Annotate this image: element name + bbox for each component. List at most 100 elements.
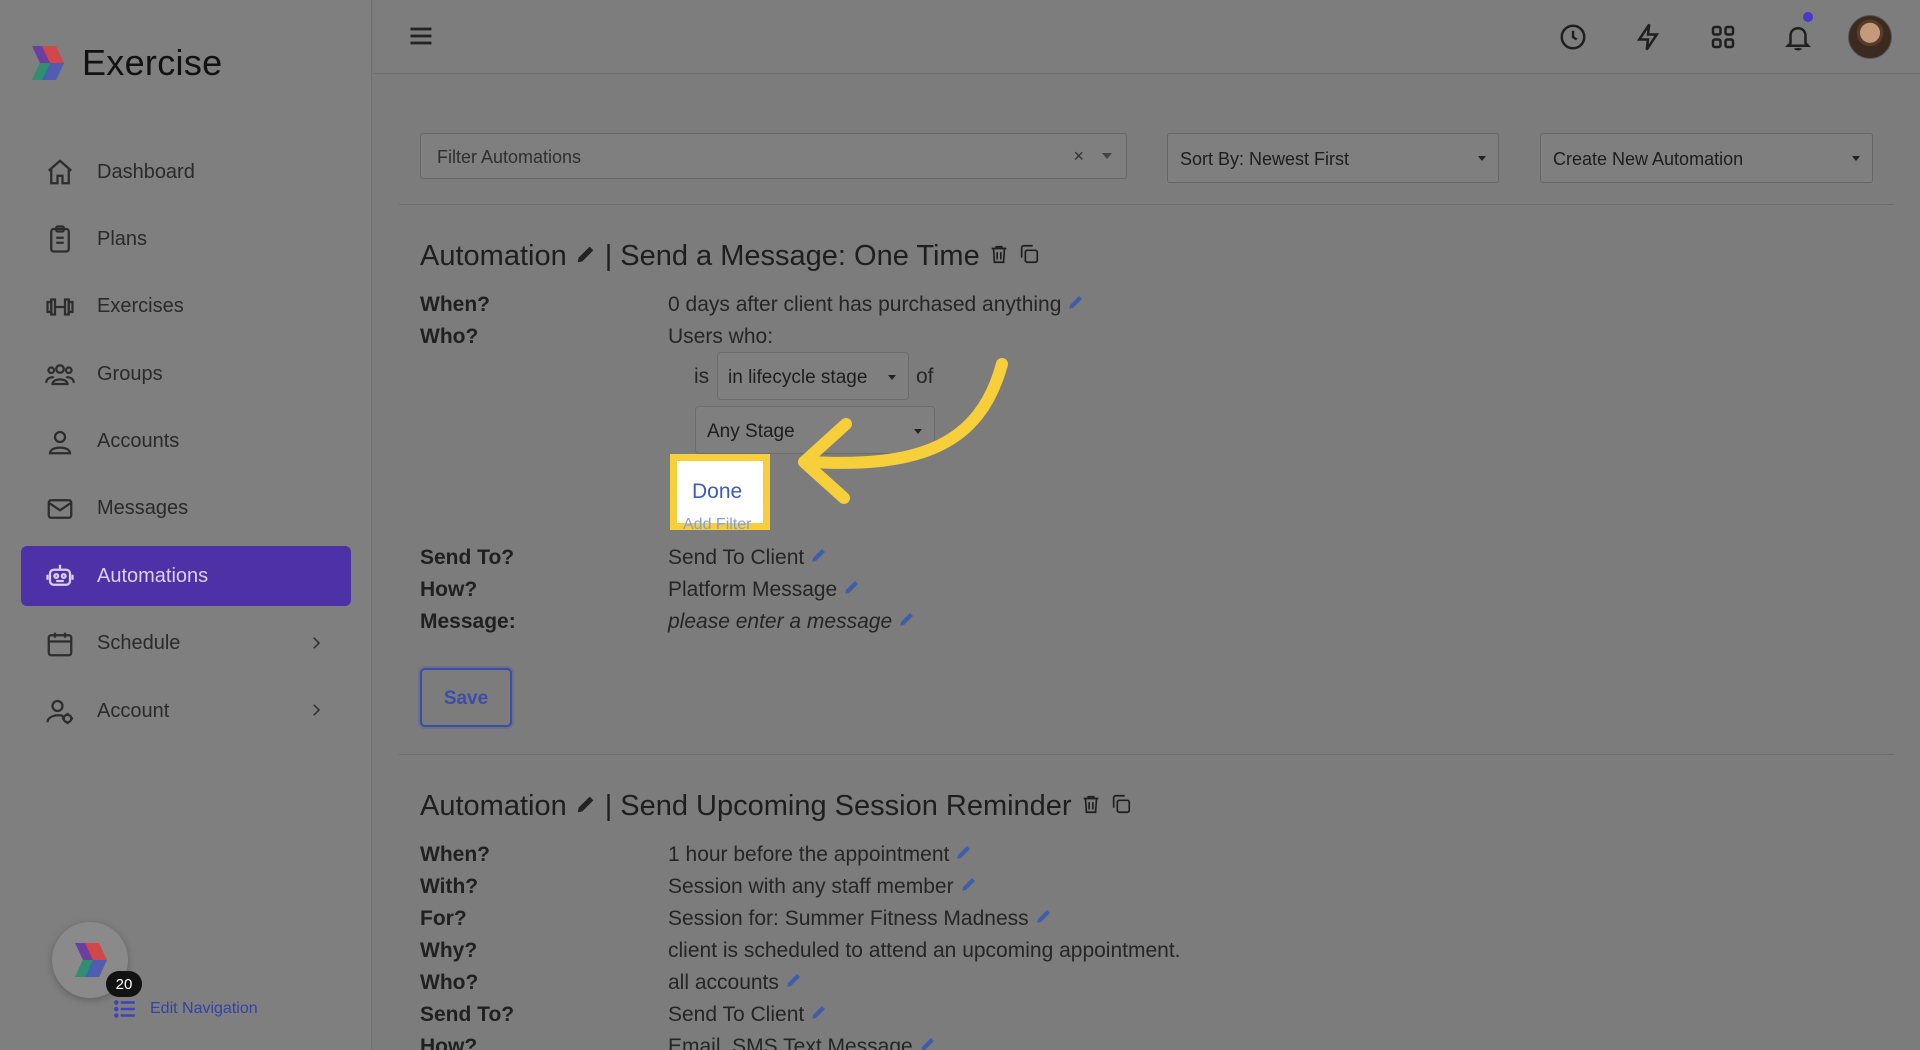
sidebar-item-schedule[interactable]: Schedule (21, 614, 351, 674)
notification-count-badge: 20 (106, 971, 142, 997)
list-icon (114, 1000, 135, 1018)
how-value: Platform Message (668, 578, 838, 601)
why-value: client is scheduled to attend an upcomin… (668, 939, 1181, 962)
who-value-row: all accounts (668, 971, 803, 995)
clear-filter-icon[interactable]: × (1073, 146, 1084, 167)
sidebar-item-dashboard[interactable]: Dashboard (21, 142, 351, 202)
robot-icon (43, 559, 77, 593)
sidebar-item-label: Plans (97, 227, 148, 250)
caret-down-icon (1478, 156, 1486, 161)
done-button[interactable]: Done (692, 480, 742, 504)
topbar (373, 0, 1920, 74)
edit-pencil-icon[interactable] (785, 971, 803, 995)
sidebar-item-plans[interactable]: Plans (21, 209, 351, 269)
who-value: all accounts (668, 971, 779, 994)
clipboard-icon (43, 222, 77, 256)
apps-grid-icon[interactable] (1698, 12, 1748, 62)
topbar-actions (1548, 12, 1920, 62)
filter-automations-input[interactable]: Filter Automations × (420, 133, 1127, 179)
title-separator: | (604, 790, 613, 822)
edit-pencil-icon[interactable] (1035, 907, 1053, 931)
automation-title-text: Send a Message: One Time (620, 240, 980, 272)
user-icon (43, 425, 77, 459)
sendto-label: Send To? (420, 1003, 515, 1026)
brand-name: Exercise (82, 42, 223, 83)
when-value-row: 0 days after client has purchased anythi… (668, 293, 1085, 317)
edit-pencil-icon[interactable] (898, 610, 916, 634)
sidebar-item-exercises[interactable]: Exercises (21, 277, 351, 337)
trash-icon[interactable] (988, 240, 1010, 273)
is-text: is (694, 365, 710, 388)
message-value: please enter a message (668, 610, 893, 633)
sidebar-nav: Dashboard Plans Exercises Groups Account… (21, 142, 351, 749)
how-value: Email, SMS Text Message (668, 1035, 913, 1050)
who-label: Who? (420, 971, 479, 994)
create-automation-value: Create New Automation (1553, 149, 1744, 169)
trash-icon[interactable] (1080, 790, 1102, 823)
create-automation-select[interactable]: Create New Automation (1540, 133, 1873, 183)
with-value: Session with any staff member (668, 875, 954, 898)
sidebar-item-accounts[interactable]: Accounts (21, 412, 351, 472)
bell-icon[interactable] (1773, 12, 1823, 62)
sendto-value: Send To Client (668, 1003, 805, 1026)
edit-pencil-icon[interactable] (810, 546, 828, 570)
chevron-right-icon (307, 701, 327, 721)
chevron-right-icon (307, 634, 327, 654)
automation-title: Automation | Send Upcoming Session Remin… (420, 790, 1132, 823)
sidebar-item-label: Automations (97, 564, 209, 587)
sidebar-item-account[interactable]: Account (21, 681, 351, 741)
brand-logo-icon (32, 46, 64, 80)
title-separator: | (604, 240, 613, 272)
menu-toggle-icon[interactable] (407, 22, 437, 52)
edit-pencil-icon[interactable] (955, 843, 973, 867)
message-label: Message: (420, 610, 516, 633)
sidebar-item-label: Messages (97, 497, 189, 520)
avatar[interactable] (1848, 15, 1892, 59)
automation-title-text: Send Upcoming Session Reminder (620, 790, 1072, 822)
who-value: Users who: (668, 325, 774, 348)
for-label: For? (420, 907, 467, 930)
calendar-icon (43, 627, 77, 661)
edit-pencil-icon[interactable] (843, 578, 861, 602)
sidebar-item-label: Dashboard (97, 160, 195, 183)
edit-pencil-icon[interactable] (960, 875, 978, 899)
sendto-label: Send To? (420, 546, 515, 569)
sendto-value-row: Send To Client (668, 546, 828, 570)
sidebar-item-label: Account (97, 699, 170, 722)
caret-down-icon (1852, 156, 1860, 161)
with-value-row: Session with any staff member (668, 875, 978, 899)
edit-navigation-label: Edit Navigation (150, 1000, 258, 1017)
edit-pencil-icon[interactable] (575, 240, 597, 273)
edit-pencil-icon[interactable] (810, 1003, 828, 1027)
when-value: 1 hour before the appointment (668, 843, 950, 866)
duplicate-icon[interactable] (1018, 240, 1040, 273)
divider (399, 754, 1894, 755)
save-button[interactable]: Save (420, 668, 512, 727)
annotation-arrow (798, 358, 1008, 504)
duplicate-icon[interactable] (1110, 790, 1132, 823)
dumbbell-icon (43, 290, 77, 324)
automation-title-prefix: Automation (420, 240, 567, 272)
when-label: When? (420, 843, 490, 866)
sidebar-item-automations[interactable]: Automations (21, 546, 351, 607)
sendto-value: Send To Client (668, 546, 805, 569)
sidebar-item-groups[interactable]: Groups (21, 344, 351, 404)
brand-logo-icon (75, 943, 107, 977)
when-value-row: 1 hour before the appointment (668, 843, 973, 867)
lightning-icon[interactable] (1623, 12, 1673, 62)
edit-pencil-icon[interactable] (575, 790, 597, 823)
automation-title-prefix: Automation (420, 790, 567, 822)
sidebar-item-messages[interactable]: Messages (21, 479, 351, 539)
brand[interactable]: Exercise (26, 42, 222, 84)
sort-select-value: Sort By: Newest First (1180, 149, 1350, 169)
caret-down-icon[interactable] (1102, 153, 1112, 159)
edit-navigation-link[interactable]: Edit Navigation (112, 996, 258, 1022)
add-filter-link[interactable]: Add Filter (683, 516, 771, 530)
edit-pencil-icon[interactable] (1067, 293, 1085, 317)
edit-pencil-icon[interactable] (919, 1035, 937, 1050)
sort-select[interactable]: Sort By: Newest First (1167, 133, 1499, 183)
clock-icon[interactable] (1548, 12, 1598, 62)
sidebar-item-label: Exercises (97, 295, 184, 318)
home-icon (43, 155, 77, 189)
how-value-row: Platform Message (668, 578, 861, 602)
